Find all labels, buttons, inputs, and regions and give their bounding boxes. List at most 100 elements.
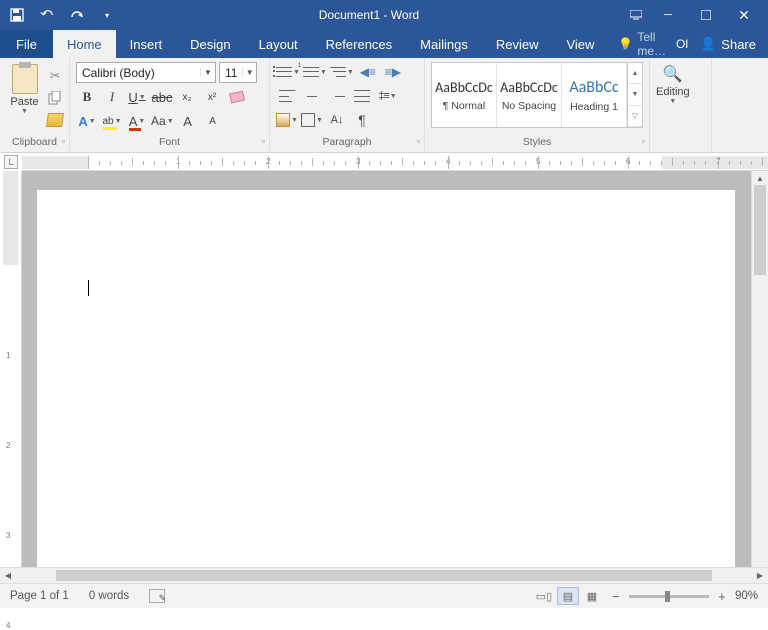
style-heading1[interactable]: AaBbCc Heading 1	[562, 63, 627, 127]
maximize-button[interactable]	[688, 3, 724, 27]
sort-button[interactable]: A↓	[326, 110, 348, 130]
paragraph-launcher-icon[interactable]: ▫	[417, 136, 420, 146]
zoom-level[interactable]: 90%	[735, 590, 758, 602]
increase-indent-button[interactable]: ≡▶	[382, 62, 404, 82]
page-indicator[interactable]: Page 1 of 1	[0, 590, 79, 602]
shrink-font-button[interactable]: A	[202, 111, 224, 131]
style-normal[interactable]: AaBbCcDc ¶ Normal	[432, 63, 497, 127]
numbering-icon	[303, 65, 319, 79]
spellcheck-icon	[149, 589, 165, 603]
save-icon[interactable]	[10, 8, 24, 22]
spellcheck-button[interactable]	[139, 589, 175, 603]
shading-icon	[276, 113, 290, 127]
tab-insert[interactable]: Insert	[116, 30, 177, 58]
underline-button[interactable]: U▼	[126, 87, 148, 107]
text-effects-button[interactable]: A▼	[76, 111, 98, 131]
text-cursor	[88, 280, 89, 296]
read-mode-button[interactable]: ▭▯	[533, 587, 555, 605]
numbering-button[interactable]: ▼	[303, 62, 327, 82]
ruler-horizontal[interactable]: L 1234567	[22, 153, 768, 171]
web-layout-button[interactable]: ▦	[581, 587, 603, 605]
borders-button[interactable]: ▼	[301, 110, 323, 130]
zoom-out-button[interactable]: −	[609, 589, 623, 604]
tab-references[interactable]: References	[312, 30, 406, 58]
strikethrough-button[interactable]: abc	[151, 87, 173, 107]
show-marks-button[interactable]: ¶	[351, 110, 373, 130]
ruler-vertical[interactable]: 1234	[0, 171, 22, 580]
find-icon: 🔍	[663, 64, 683, 84]
qat-customize-icon[interactable]: ▾	[100, 8, 114, 22]
tab-home[interactable]: Home	[53, 30, 116, 58]
status-bar: Page 1 of 1 0 words ▭▯ ▤ ▦ − + 90%	[0, 583, 768, 608]
font-size-combo[interactable]: 11▼	[219, 62, 257, 83]
tab-layout[interactable]: Layout	[245, 30, 312, 58]
subscript-button[interactable]: x₂	[176, 87, 198, 107]
zoom-in-button[interactable]: +	[715, 589, 729, 604]
share-button[interactable]: 👤Share	[688, 30, 768, 58]
font-name-combo[interactable]: Calibri (Body)▼	[76, 62, 216, 83]
style-no-spacing[interactable]: AaBbCcDc No Spacing	[497, 63, 562, 127]
decrease-indent-button[interactable]: ◀≡	[357, 62, 379, 82]
copy-button[interactable]	[47, 90, 63, 106]
user-name[interactable]: Olenna M…	[666, 30, 688, 58]
shading-button[interactable]: ▼	[276, 110, 298, 130]
lightbulb-icon: 💡	[618, 37, 633, 51]
cut-button[interactable]: ✂	[47, 68, 63, 84]
minimize-button[interactable]: ─	[650, 3, 686, 27]
tab-selector[interactable]: L	[4, 155, 18, 169]
bold-button[interactable]: B	[76, 87, 98, 107]
window-title: Document1 - Word	[114, 8, 624, 22]
ribbon: Paste ▼ ✂ Clipboard▫ Calibri (Body)▼ 11▼…	[0, 58, 768, 153]
ribbon-tabs: File Home Insert Design Layout Reference…	[0, 30, 768, 58]
group-editing: 🔍 Editing ▼	[650, 58, 712, 152]
font-color-button[interactable]: A▼	[126, 111, 148, 131]
highlight-button[interactable]: ▼	[101, 111, 123, 131]
clipboard-launcher-icon[interactable]: ▫	[62, 136, 65, 146]
group-paragraph: ▼ ▼ ▼ ◀≡ ≡▶ ‡≡▼ ▼ ▼ A↓ ¶	[270, 58, 425, 152]
bullets-icon	[276, 65, 292, 79]
scrollbar-vertical[interactable]: ▲ ▼	[751, 171, 768, 580]
redo-icon[interactable]	[70, 8, 84, 22]
find-button[interactable]: 🔍 Editing ▼	[656, 62, 690, 152]
styles-scroll[interactable]: ▲▼▽	[627, 63, 642, 127]
border-icon	[301, 113, 315, 127]
group-styles: AaBbCcDc ¶ Normal AaBbCcDc No Spacing Aa…	[425, 58, 650, 152]
tab-view[interactable]: View	[552, 30, 608, 58]
word-count[interactable]: 0 words	[79, 590, 139, 602]
bullets-button[interactable]: ▼	[276, 62, 300, 82]
tab-file[interactable]: File	[0, 30, 53, 58]
italic-button[interactable]: I	[101, 87, 123, 107]
justify-button[interactable]	[351, 86, 373, 106]
justify-icon	[354, 90, 370, 102]
paste-icon	[12, 64, 38, 94]
tab-review[interactable]: Review	[482, 30, 553, 58]
zoom-slider[interactable]	[629, 595, 709, 598]
line-spacing-button[interactable]: ‡≡▼	[376, 86, 398, 106]
align-right-button[interactable]	[326, 86, 348, 106]
tell-me-search[interactable]: 💡Tell me…	[608, 30, 666, 58]
document-page[interactable]	[36, 189, 736, 580]
format-painter-icon	[46, 113, 64, 127]
styles-launcher-icon[interactable]: ▫	[642, 136, 645, 146]
clear-formatting-button[interactable]	[226, 87, 248, 107]
multilevel-icon	[330, 65, 346, 79]
document-area: 1234	[0, 171, 768, 580]
superscript-button[interactable]: x²	[201, 87, 223, 107]
ribbon-options-icon[interactable]	[624, 3, 648, 27]
format-painter-button[interactable]	[47, 112, 63, 128]
paste-button[interactable]: Paste ▼	[6, 62, 43, 136]
change-case-button[interactable]: Aa▼	[151, 111, 174, 131]
font-launcher-icon[interactable]: ▫	[262, 136, 265, 146]
align-center-button[interactable]	[301, 86, 323, 106]
tab-mailings[interactable]: Mailings	[406, 30, 482, 58]
undo-icon[interactable]	[40, 8, 54, 22]
print-layout-button[interactable]: ▤	[557, 587, 579, 605]
tab-design[interactable]: Design	[176, 30, 244, 58]
align-center-icon	[304, 90, 320, 102]
multilevel-button[interactable]: ▼	[330, 62, 354, 82]
close-button[interactable]: ✕	[726, 3, 762, 27]
align-left-button[interactable]	[276, 86, 298, 106]
grow-font-button[interactable]: A	[177, 111, 199, 131]
styles-gallery: AaBbCcDc ¶ Normal AaBbCcDc No Spacing Aa…	[431, 62, 643, 128]
scrollbar-horizontal[interactable]: ◀ ▶	[0, 567, 768, 583]
